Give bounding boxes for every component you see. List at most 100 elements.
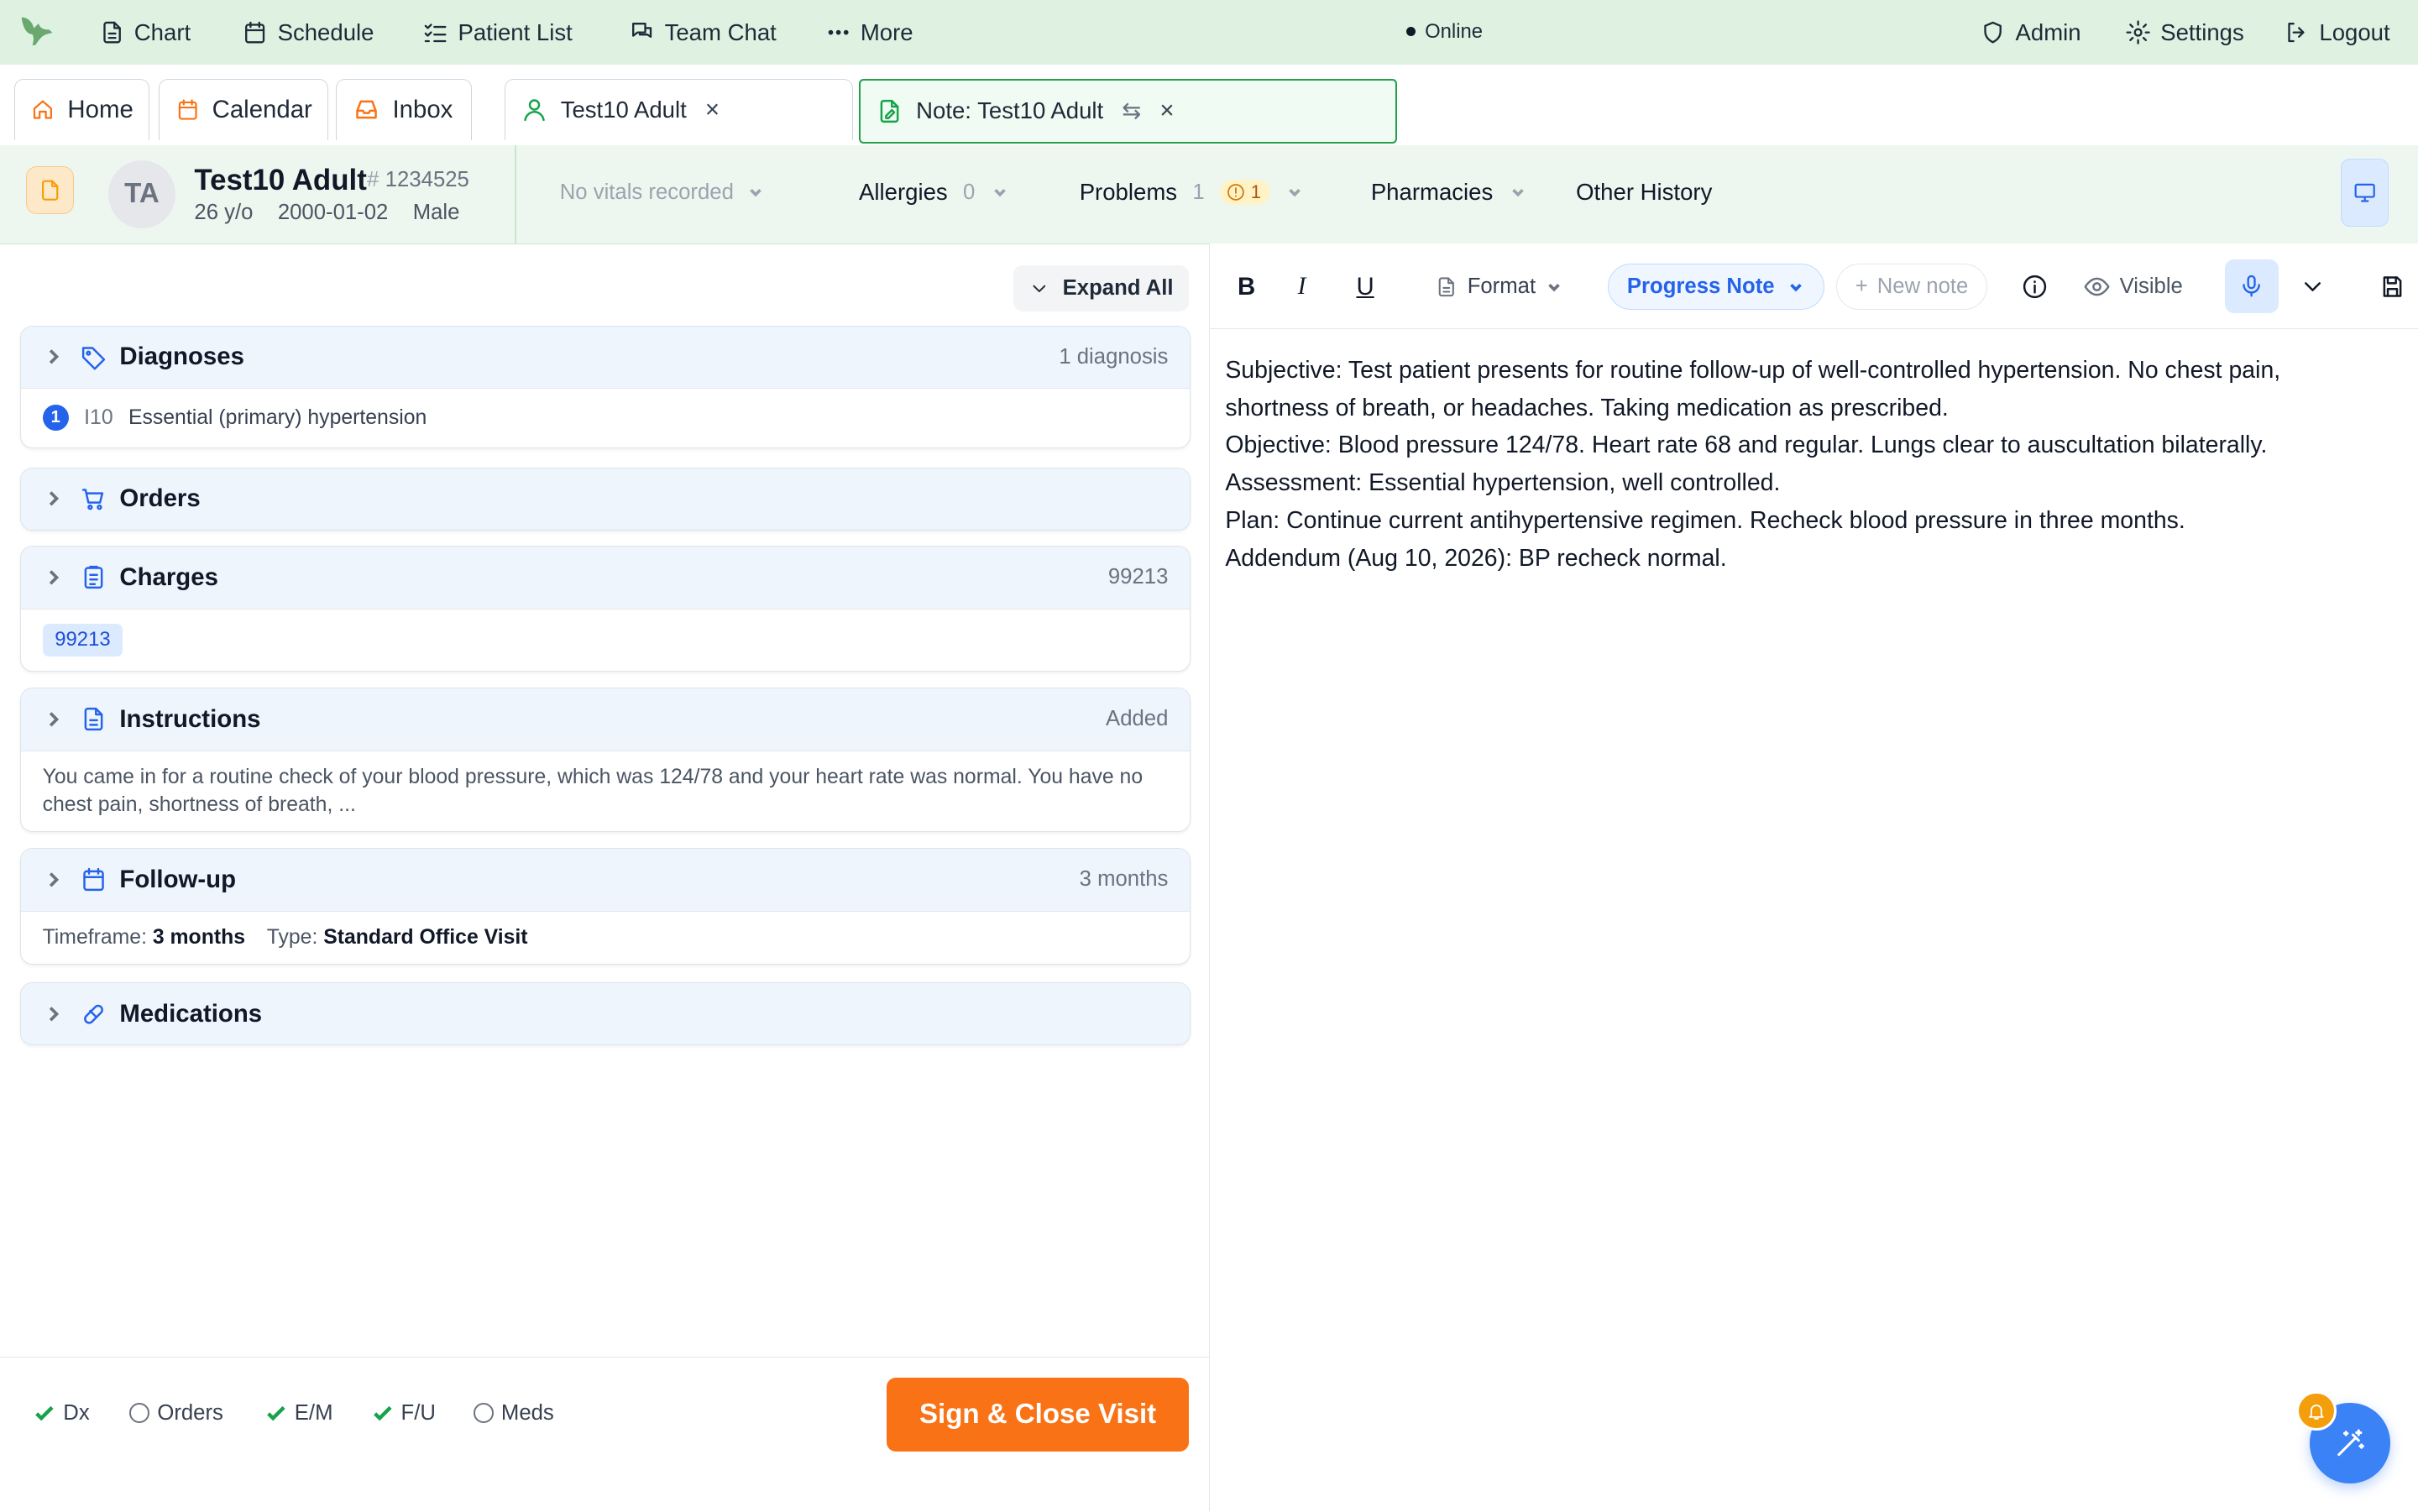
gear-icon	[2126, 20, 2150, 44]
mrn-hash: #	[367, 168, 379, 192]
editor-toolbar: B I U Format Progress Note + New note Vi…	[1209, 243, 2418, 330]
nav-more[interactable]: More	[825, 0, 913, 65]
nav-settings-label: Settings	[2160, 18, 2244, 45]
nav-settings[interactable]: Settings	[2125, 0, 2244, 65]
new-note-button[interactable]: + New note	[1835, 264, 1988, 311]
list-item[interactable]: 1 I10 Essential (primary) hypertension	[42, 389, 1169, 447]
medications-header[interactable]: Medications	[20, 982, 1191, 1045]
nav-patient-list-label: Patient List	[458, 18, 573, 45]
followup-body: Timeframe: 3 months Type: Standard Offic…	[20, 910, 1191, 964]
info-button[interactable]	[2021, 267, 2049, 307]
charge-chip[interactable]: 99213	[42, 623, 123, 657]
pharmacies-dropdown[interactable]: Pharmacies	[1371, 179, 1527, 206]
italic-button[interactable]: I	[1298, 267, 1306, 307]
instructions-section: Instructions Added You came in for a rou…	[19, 688, 1191, 833]
orders-header[interactable]: Orders	[20, 468, 1191, 530]
followup-timeframe: Timeframe: 3 months	[43, 926, 245, 950]
close-icon[interactable]: ×	[1159, 97, 1174, 125]
checklist-em[interactable]: E/M	[265, 1401, 332, 1426]
other-history-link[interactable]: Other History	[1576, 179, 1712, 206]
shield-icon	[1984, 21, 2002, 44]
chevron-right-icon	[49, 1007, 59, 1022]
diagnoses-header[interactable]: Diagnoses 1 diagnosis	[20, 326, 1191, 388]
checklist-fu[interactable]: F/U	[372, 1401, 436, 1426]
tab-inbox[interactable]: Inbox	[336, 78, 473, 141]
file-icon	[1438, 277, 1454, 296]
patient-mrn: #1234525	[367, 168, 469, 192]
nav-admin[interactable]: Admin	[1980, 0, 2081, 65]
save-button[interactable]	[2379, 267, 2406, 307]
tab-patient[interactable]: Test10 Adult ×	[504, 78, 853, 141]
checklist-meds-label: Meds	[500, 1400, 554, 1425]
expand-all-button[interactable]: Expand All	[1013, 264, 1190, 311]
cart-icon	[81, 488, 103, 510]
note-editor-panel: B I U Format Progress Note + New note Vi…	[1208, 243, 2418, 1511]
logout-icon	[2288, 22, 2305, 43]
chevron-right-icon	[49, 872, 59, 887]
magic-wand-icon	[2337, 1429, 2364, 1457]
instructions-status: Added	[1106, 707, 1169, 731]
sign-close-visit-button[interactable]: Sign & Close Visit	[887, 1378, 1190, 1452]
app-logo-icon[interactable]	[18, 14, 55, 48]
online-status-label: Online	[1425, 19, 1484, 43]
display-mode-button[interactable]	[2341, 159, 2389, 227]
bold-icon: B	[1238, 272, 1256, 301]
top-navigation-bar: Chart Schedule Patient List Team Chat Mo…	[0, 0, 2418, 66]
save-icon	[2383, 276, 2402, 297]
nav-logout[interactable]: Logout	[2284, 0, 2390, 65]
note-text-area[interactable]: Subjective: Test patient presents for ro…	[1225, 352, 2366, 578]
chevron-down-icon	[993, 188, 1006, 197]
calendar-icon	[245, 21, 265, 44]
vitals-dropdown[interactable]: No vitals recorded	[560, 180, 765, 205]
note-line-addendum: Addendum (Aug 10, 2026): BP recheck norm…	[1225, 544, 1727, 572]
tab-calendar[interactable]: Calendar	[159, 78, 329, 141]
alert-icon	[1227, 184, 1245, 201]
nav-team-chat[interactable]: Team Chat	[629, 0, 777, 65]
nav-schedule[interactable]: Schedule	[242, 0, 374, 65]
file-text-icon	[84, 708, 103, 731]
diagnoses-count: 1 diagnosis	[1059, 344, 1169, 369]
nav-team-chat-label: Team Chat	[664, 18, 777, 45]
charges-header[interactable]: Charges 99213	[20, 547, 1191, 609]
tab-home[interactable]: Home	[13, 78, 150, 141]
notification-bell-icon[interactable]	[2295, 1390, 2337, 1431]
patient-age: 26 y/o	[194, 200, 254, 224]
charges-code: 99213	[1107, 565, 1169, 589]
dictation-button[interactable]	[2224, 259, 2279, 313]
nav-patient-list[interactable]: Patient List	[422, 0, 573, 65]
nav-chart[interactable]: Chart	[99, 0, 191, 65]
instructions-header[interactable]: Instructions Added	[20, 688, 1191, 751]
allergies-dropdown[interactable]: Allergies 0	[859, 179, 1009, 206]
note-type-dropdown[interactable]: Progress Note	[1607, 264, 1825, 311]
file-icon	[102, 21, 121, 44]
timeframe-value: 3 months	[152, 925, 246, 949]
diagnoses-title: Diagnoses	[119, 343, 244, 371]
checklist-dx[interactable]: Dx	[34, 1401, 90, 1426]
more-options-dropdown[interactable]	[2299, 267, 2326, 307]
checklist-orders[interactable]: Orders	[129, 1401, 223, 1426]
tab-note[interactable]: Note: Test10 Adult ⇆ ×	[859, 78, 1398, 144]
user-icon	[524, 99, 545, 122]
checklist-meds[interactable]: Meds	[473, 1400, 554, 1426]
open-chart-button[interactable]	[26, 166, 75, 215]
chevron-right-icon	[49, 491, 59, 506]
more-dots-icon	[828, 29, 849, 35]
bold-button[interactable]: B	[1238, 267, 1255, 307]
visibility-toggle[interactable]: Visible	[2083, 267, 2183, 307]
diagnosis-code: I10	[84, 405, 113, 429]
monitor-icon	[2354, 183, 2375, 202]
swap-icon[interactable]: ⇆	[1122, 97, 1141, 124]
checklist-fu-label: F/U	[400, 1400, 436, 1425]
diagnoses-section: Diagnoses 1 diagnosis 1 I10 Essential (p…	[19, 325, 1191, 448]
charges-title: Charges	[119, 562, 218, 591]
online-status: Online	[1406, 20, 1483, 44]
problems-dropdown[interactable]: Problems 1 1	[1080, 179, 1305, 206]
diagnoses-body: 1 I10 Essential (primary) hypertension	[20, 387, 1191, 447]
close-icon[interactable]: ×	[705, 96, 720, 124]
underline-button[interactable]: U	[1356, 267, 1374, 307]
note-line-subjective: Subjective: Test patient presents for ro…	[1225, 356, 2281, 421]
chevron-right-icon	[49, 349, 59, 364]
followup-header[interactable]: Follow-up 3 months	[20, 849, 1191, 911]
format-dropdown[interactable]: Format	[1435, 267, 1563, 307]
problems-label: Problems	[1079, 179, 1178, 206]
